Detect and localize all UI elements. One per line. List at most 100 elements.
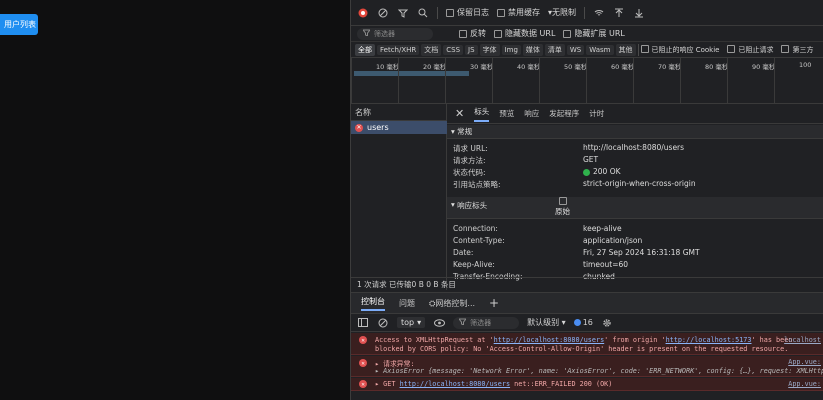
type-filter-row: 全部 Fetch/XHR 文档 CSS JS 字体 Img 媒体 清单 WS W… — [351, 42, 823, 57]
console-prompt[interactable] — [351, 391, 823, 400]
tab-timing[interactable]: 计时 — [589, 108, 604, 119]
hide-ext-urls-checkbox[interactable]: 隐藏扩展 URL — [563, 28, 625, 39]
toolbar-divider — [637, 43, 639, 56]
gear-icon[interactable] — [601, 318, 613, 328]
tab-preview[interactable]: 预览 — [499, 108, 514, 119]
name-column-header[interactable]: 名称 — [351, 104, 447, 121]
type-filter-img[interactable]: Img — [501, 44, 521, 55]
tab-network-conditions[interactable]: ⛭网络控制... — [429, 298, 475, 309]
tab-response[interactable]: 响应 — [524, 108, 539, 119]
user-list-button[interactable]: 用户列表 — [0, 14, 38, 35]
request-list: 名称 ✕ users — [351, 104, 447, 290]
request-name: users — [367, 123, 389, 132]
console-error-request[interactable]: ✕ ▸ 请求异常: ▸ AxiosError {message: 'Networ… — [351, 356, 823, 377]
info-icon — [573, 319, 581, 326]
disable-cache-label: 禁用缓存 — [508, 8, 540, 17]
type-filter-other[interactable]: 其他 — [615, 43, 636, 56]
hide-ext-urls-label: 隐藏扩展 URL — [574, 29, 625, 38]
source-link[interactable]: localhost — [784, 336, 821, 344]
console-error-cors[interactable]: ✕ Access to XMLHttpRequest at 'http://lo… — [351, 333, 823, 355]
status-summary: 1 次请求 已传输0 B 0 B 条目 — [351, 277, 823, 291]
type-filter-media[interactable]: 媒体 — [522, 43, 543, 56]
close-icon[interactable]: ✕ — [455, 107, 464, 120]
clear-console-icon[interactable] — [377, 318, 389, 328]
message-count-badge[interactable]: 16 — [573, 318, 593, 327]
timeline-overview[interactable]: 10 毫秒 20 毫秒 30 毫秒 40 毫秒 50 毫秒 60 毫秒 70 毫… — [351, 57, 823, 104]
type-filter-fetch[interactable]: Fetch/XHR — [377, 44, 420, 55]
filter-input[interactable]: 筛选器 — [357, 27, 433, 40]
general-row: 请求 URL: http://localhost:8080/users — [453, 143, 685, 153]
console-message-text: Access to XMLHttpRequest at 'http://loca… — [375, 336, 793, 344]
request-details: ✕ 标头 预览 响应 发起程序 计时 ▾ 常规 请求 URL: http://lo… — [447, 104, 823, 290]
request-url-link[interactable]: http://localhost:8080/users — [494, 336, 605, 344]
timeline-tick: 30 毫秒 — [445, 58, 493, 103]
type-filter-ws[interactable]: WS — [566, 44, 585, 55]
console-toolbar: top ▾ 筛选器 默认级别 ▾ 16 — [351, 314, 823, 332]
type-filter-wasm[interactable]: Wasm — [586, 44, 614, 55]
response-headers-title: 响应标头 — [457, 201, 488, 210]
add-tab-icon[interactable]: + — [489, 296, 499, 310]
log-level-label: 默认级别 — [527, 318, 560, 327]
request-url-link[interactable]: http://localhost:8080/users — [400, 380, 511, 388]
devtools-panel: 保留日志 禁用缓存 ▾无限制 筛选器 反转 隐藏数据 URL 隐藏扩展 URL … — [350, 0, 823, 400]
console-filter-input[interactable]: 筛选器 — [453, 316, 520, 329]
general-row: 状态代码: 200 OK — [453, 167, 621, 177]
origin-url-link[interactable]: http://localhost:5173 — [666, 336, 752, 344]
type-filter-doc[interactable]: 文档 — [421, 43, 442, 56]
filter-icon — [458, 318, 468, 327]
type-filter-manifest[interactable]: 清单 — [544, 43, 565, 56]
error-icon: ✕ — [359, 336, 367, 344]
blocked-cookies-label: 已阻止的响应 Cookie — [651, 45, 720, 54]
third-party-checkbox[interactable]: 第三方 — [781, 45, 813, 55]
disable-cache-checkbox[interactable]: 禁用缓存 — [497, 7, 540, 18]
console-error-get[interactable]: ✕ ▸ GET http://localhost:8080/users net:… — [351, 378, 823, 391]
search-icon[interactable] — [417, 8, 429, 18]
console-message-text: ▸ GET http://localhost:8080/users net::E… — [375, 380, 613, 388]
type-filter-font[interactable]: 字体 — [479, 43, 500, 56]
invert-checkbox[interactable]: 反转 — [459, 28, 486, 39]
type-filter-all[interactable]: 全部 — [355, 43, 375, 56]
tab-initiator[interactable]: 发起程序 — [549, 108, 579, 119]
response-headers-section-header[interactable]: ▾ 响应标头 原始 — [447, 197, 823, 219]
type-filter-css[interactable]: CSS — [443, 44, 464, 55]
throttle-dropdown[interactable]: ▾无限制 — [548, 7, 576, 18]
clear-icon[interactable] — [377, 8, 389, 18]
tab-issues[interactable]: 问题 — [399, 298, 415, 309]
timeline-tick: 80 毫秒 — [680, 58, 728, 103]
console-message-text[interactable]: ▸ AxiosError {message: 'Network Error', … — [375, 367, 823, 375]
network-conditions-icon[interactable] — [593, 8, 605, 18]
error-icon: ✕ — [359, 359, 367, 367]
record-icon[interactable] — [357, 8, 369, 18]
general-section-header[interactable]: ▾ 常规 — [447, 125, 823, 139]
preserve-log-checkbox[interactable]: 保留日志 — [446, 7, 489, 18]
timeline-tick: 60 毫秒 — [586, 58, 634, 103]
log-level-dropdown[interactable]: 默认级别 ▾ — [527, 317, 566, 328]
source-link[interactable]: App.vue: — [788, 380, 821, 388]
request-row[interactable]: ✕ users — [351, 121, 447, 134]
hide-data-urls-checkbox[interactable]: 隐藏数据 URL — [494, 28, 555, 39]
timeline-tick: 90 毫秒 — [727, 58, 775, 103]
response-header-row: Content-Type: application/json — [453, 236, 643, 245]
blocked-requests-checkbox[interactable]: 已阻止请求 — [727, 45, 773, 55]
tab-console[interactable]: 控制台 — [361, 296, 385, 311]
blocked-cookies-checkbox[interactable]: 已阻止的响应 Cookie — [640, 45, 720, 55]
timeline-tick: 70 毫秒 — [633, 58, 681, 103]
sidebar-toggle-icon[interactable] — [357, 318, 369, 327]
eye-icon[interactable] — [433, 318, 445, 327]
source-link[interactable]: App.vue: — [788, 358, 821, 366]
import-har-icon[interactable] — [613, 8, 625, 18]
tab-headers[interactable]: 标头 — [474, 106, 490, 122]
context-selector[interactable]: top ▾ — [397, 317, 426, 328]
toolbar-divider — [437, 6, 438, 19]
timeline-tick: 20 毫秒 — [398, 58, 446, 103]
filter-icon[interactable] — [397, 8, 409, 18]
type-filter-js[interactable]: JS — [465, 44, 478, 55]
toolbar-divider — [584, 6, 586, 19]
console-message-text: blocked by CORS policy: No 'Access-Contr… — [375, 345, 789, 353]
filter-placeholder: 筛选器 — [374, 29, 395, 38]
export-har-icon[interactable] — [633, 8, 645, 18]
response-header-row: Connection: keep-alive — [453, 224, 622, 233]
raw-toggle[interactable]: 原始 — [555, 197, 570, 217]
error-icon: ✕ — [359, 380, 367, 388]
preserve-log-label: 保留日志 — [457, 8, 489, 17]
